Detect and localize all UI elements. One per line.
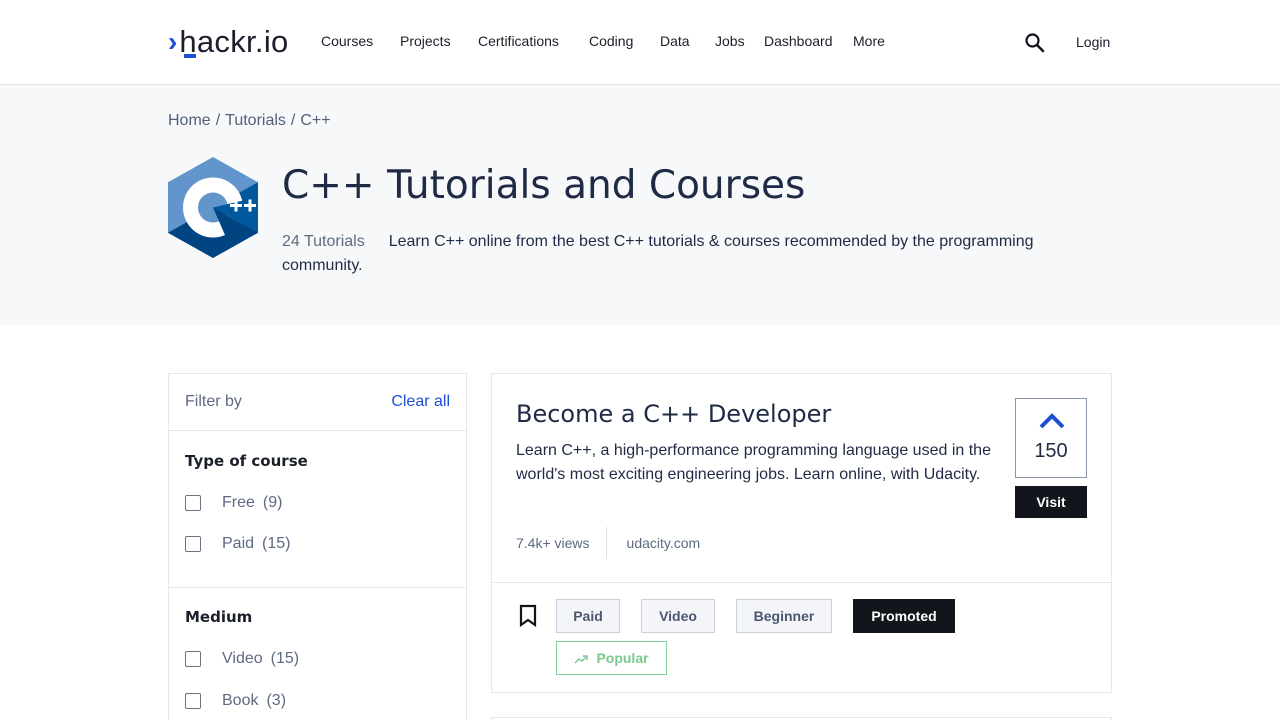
breadcrumb-current: C++ <box>300 112 331 129</box>
course-views: 7.4k+ views <box>516 534 590 551</box>
popular-label: Popular <box>596 650 649 666</box>
breadcrumb-home[interactable]: Home <box>168 112 211 129</box>
nav-data[interactable]: Data <box>660 33 690 49</box>
checkbox[interactable] <box>185 693 201 709</box>
breadcrumb-separator: / <box>215 112 221 129</box>
search-button[interactable] <box>1024 32 1046 54</box>
filter-option-video[interactable]: Video (15) <box>185 650 299 668</box>
filter-option-book[interactable]: Book (3) <box>185 692 286 710</box>
card-divider <box>492 582 1111 583</box>
filter-section-type: Type of course Free (9) Paid (15) <box>169 431 466 588</box>
trending-up-icon <box>574 655 589 664</box>
page-title: C++ Tutorials and Courses <box>282 163 806 208</box>
option-count: (3) <box>266 692 287 709</box>
breadcrumb-separator: / <box>290 112 296 129</box>
nav-courses[interactable]: Courses <box>321 33 373 49</box>
hero-description-text: Learn C++ online from the best C++ tutor… <box>282 233 1034 274</box>
option-count: (9) <box>262 494 283 511</box>
option-label: Video <box>222 650 263 667</box>
visit-button[interactable]: Visit <box>1015 486 1087 518</box>
option-label: Book <box>222 692 259 709</box>
nav-dashboard[interactable]: Dashboard <box>764 33 833 49</box>
bookmark-icon[interactable] <box>518 604 538 628</box>
option-count: (15) <box>262 535 291 552</box>
nav-more[interactable]: More <box>853 33 885 49</box>
logo-underline <box>184 54 196 58</box>
filter-section-title: Medium <box>185 608 253 626</box>
option-label: Paid <box>222 535 255 552</box>
hero-description: 24 Tutorials Learn C++ online from the be… <box>282 230 1112 278</box>
filter-option-free[interactable]: Free (9) <box>185 494 282 512</box>
course-meta: 7.4k+ views udacity.com <box>516 526 700 559</box>
meta-divider <box>605 526 607 559</box>
filter-section-medium: Medium Video (15) Book (3) <box>169 588 466 720</box>
checkbox[interactable] <box>185 651 201 667</box>
checkbox[interactable] <box>185 536 201 552</box>
tag-video[interactable]: Video <box>641 599 715 633</box>
tag-beginner[interactable]: Beginner <box>736 599 832 633</box>
tutorial-count: 24 Tutorials <box>282 233 365 250</box>
clear-all-button[interactable]: Clear all <box>391 393 450 411</box>
nav-jobs[interactable]: Jobs <box>715 33 745 49</box>
filter-by-label: Filter by <box>185 393 242 410</box>
course-title[interactable]: Become a C++ Developer <box>516 400 831 428</box>
filter-option-paid[interactable]: Paid (15) <box>185 535 290 553</box>
filter-panel: Filter by Clear all Type of course Free … <box>168 373 467 720</box>
cpp-language-icon <box>168 157 258 258</box>
filter-section-title: Type of course <box>185 452 308 470</box>
course-domain[interactable]: udacity.com <box>627 535 701 551</box>
breadcrumb-tutorials[interactable]: Tutorials <box>225 112 286 129</box>
search-icon <box>1025 33 1045 53</box>
checkbox[interactable] <box>185 495 201 511</box>
upvote-button[interactable]: 150 <box>1015 398 1087 478</box>
option-count: (15) <box>270 650 300 667</box>
nav-projects[interactable]: Projects <box>400 33 451 49</box>
tag-popular[interactable]: Popular <box>556 641 667 675</box>
nav-coding[interactable]: Coding <box>589 33 633 49</box>
option-label: Free <box>222 494 255 511</box>
chevron-up-icon <box>1039 413 1065 429</box>
course-card: Become a C++ Developer Learn C++, a high… <box>491 373 1112 693</box>
breadcrumb: Home / Tutorials / C++ <box>168 112 331 130</box>
top-header: › hackr.io Courses Projects Certificatio… <box>0 0 1280 85</box>
login-link[interactable]: Login <box>1076 34 1110 50</box>
filter-header: Filter by Clear all <box>169 374 466 431</box>
logo-chevron-icon: › <box>168 26 178 57</box>
tag-paid[interactable]: Paid <box>556 599 620 633</box>
tag-promoted[interactable]: Promoted <box>853 599 955 633</box>
nav-certifications[interactable]: Certifications <box>478 33 559 49</box>
hero-section: Home / Tutorials / C++ C++ Tutorials and Cou… <box>0 85 1280 325</box>
upvote-count: 150 <box>1034 440 1068 462</box>
course-description: Learn C++, a high-performance programmin… <box>516 442 991 483</box>
